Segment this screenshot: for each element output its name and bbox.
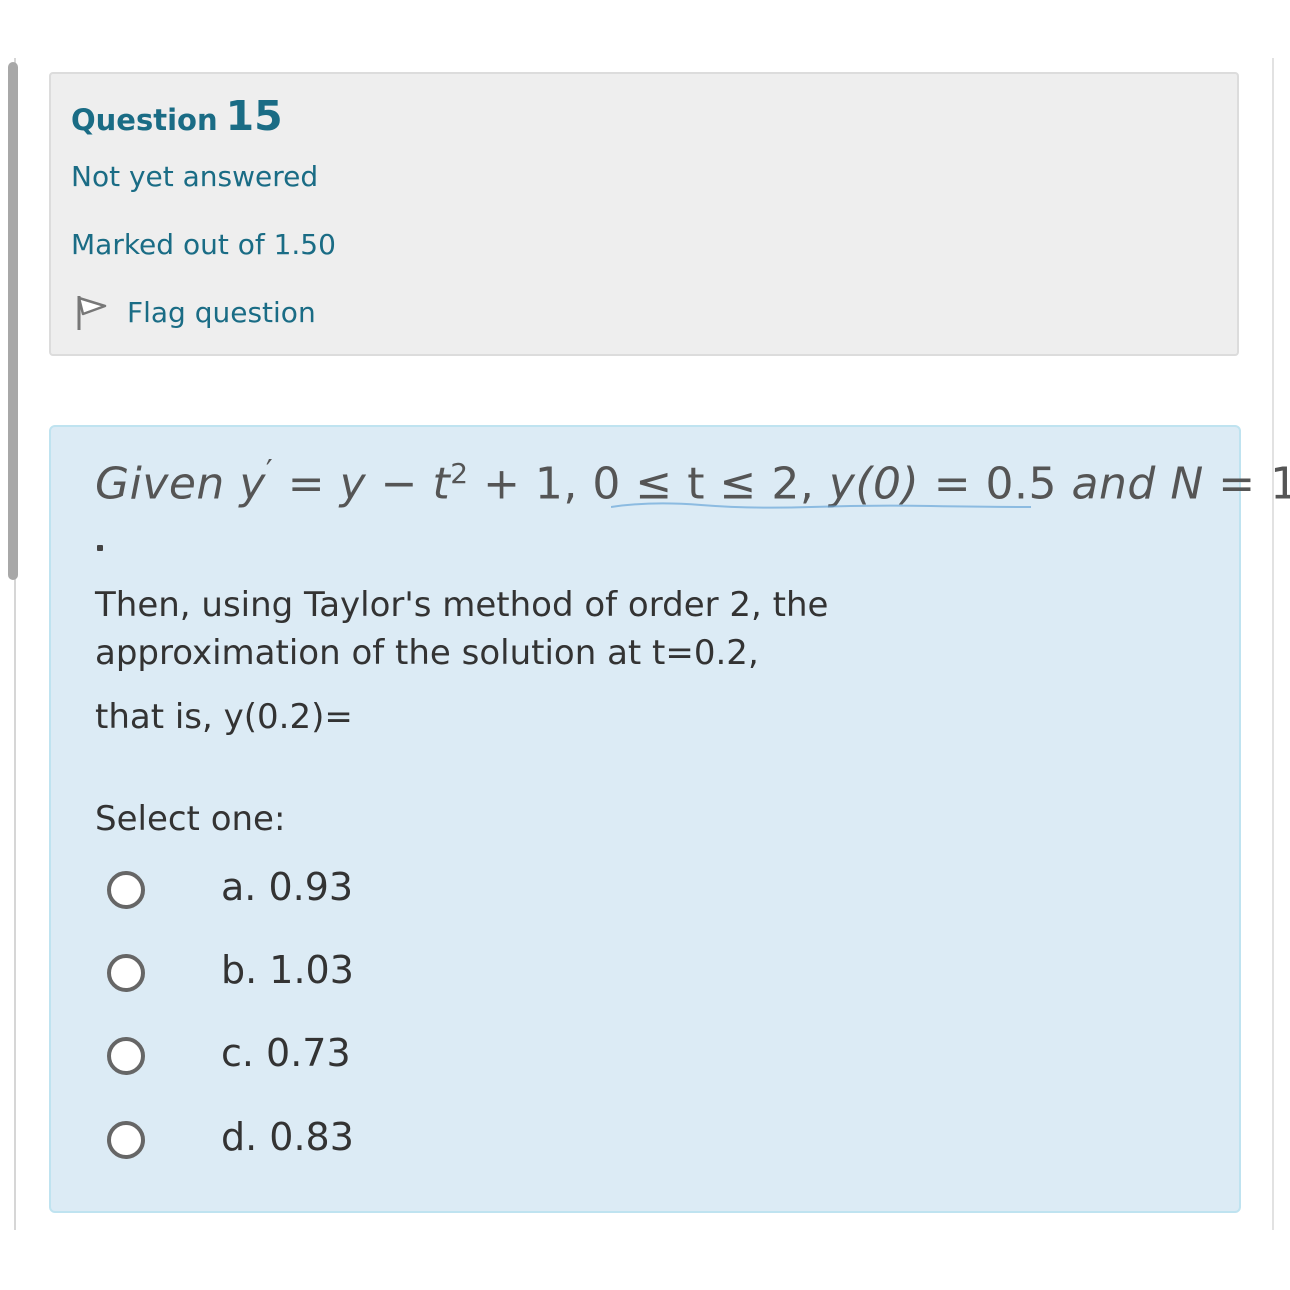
- formula-rhs-y: y: [339, 458, 367, 510]
- answer-option-d[interactable]: d. 0.83: [107, 1115, 354, 1159]
- answer-option-b[interactable]: b. 1.03: [107, 948, 354, 992]
- formula-eq3: = 10: [1218, 458, 1290, 510]
- question-word: Question: [71, 103, 218, 137]
- question-content-panel: Given y′ = y − t2 + 1, 0 ≤ t ≤ 2, y(0) =…: [49, 425, 1290, 1213]
- question-marks: Marked out of 1.50: [71, 228, 336, 261]
- answer-option-label[interactable]: d. 0.83: [221, 1115, 354, 1159]
- formula-and: and: [1071, 458, 1156, 510]
- answer-option-a[interactable]: a. 0.93: [107, 865, 353, 909]
- formula-eq1: =: [287, 458, 326, 510]
- answer-option-label[interactable]: c. 0.73: [221, 1031, 351, 1075]
- page-right-border: [1272, 58, 1274, 1230]
- question-prompt-continued: that is, y(0.2)=: [95, 697, 353, 737]
- radio-unchecked-icon[interactable]: [107, 871, 145, 909]
- question-status: Not yet answered: [71, 160, 319, 193]
- answer-option-label[interactable]: b. 1.03: [221, 948, 354, 992]
- question-prompt: Then, using Taylor's method of order 2, …: [95, 585, 829, 673]
- flag-question-button[interactable]: Flag question: [71, 290, 316, 334]
- answer-option-label[interactable]: a. 0.93: [221, 865, 353, 909]
- formula-n: N: [1170, 458, 1204, 510]
- radio-unchecked-icon[interactable]: [107, 1037, 145, 1075]
- formula-given: Given: [95, 458, 225, 510]
- formula-plus-one: + 1,: [483, 458, 578, 510]
- answer-option-c[interactable]: c. 0.73: [107, 1031, 351, 1075]
- radio-unchecked-icon[interactable]: [107, 1121, 145, 1159]
- formula-prime: ′: [265, 453, 274, 489]
- formula-minus: −: [380, 458, 418, 510]
- scrollbar-thumb[interactable]: [8, 62, 18, 580]
- spellcheck-underline: [611, 502, 1031, 509]
- flag-icon: [77, 296, 107, 330]
- question-number: 15: [225, 92, 283, 140]
- formula-t: t: [432, 458, 451, 510]
- formula-period-dot: [97, 545, 103, 551]
- formula-y: y: [239, 458, 266, 510]
- question-title: Question 15: [71, 92, 283, 140]
- select-one-label: Select one:: [95, 799, 286, 839]
- question-info-panel: Question 15 Not yet answered Marked out o…: [49, 72, 1239, 356]
- radio-unchecked-icon[interactable]: [107, 954, 145, 992]
- flag-question-label: Flag question: [127, 295, 316, 329]
- formula-exponent: 2: [450, 457, 469, 490]
